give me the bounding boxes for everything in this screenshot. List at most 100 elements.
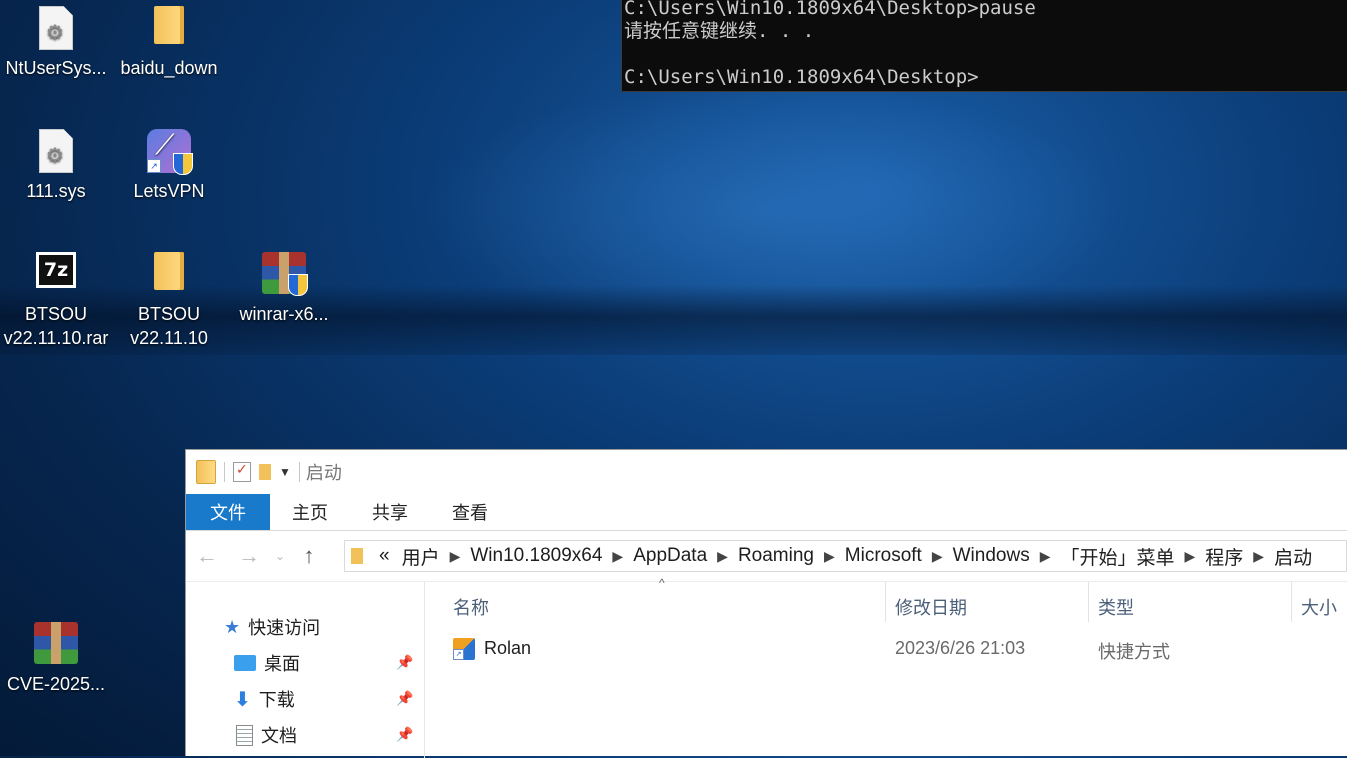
folder-icon (154, 252, 184, 290)
folder-icon (154, 6, 184, 44)
breadcrumb-item[interactable]: Microsoft (839, 545, 928, 567)
file-modified: 2023/6/26 21:03 (895, 638, 1026, 658)
new-folder-icon[interactable] (259, 464, 271, 480)
rolan-shortcut-icon: ↗ (453, 638, 475, 660)
breadcrumb-overflow[interactable]: « (373, 545, 396, 567)
column-divider[interactable] (885, 582, 886, 622)
nav-item-label: 文档 (261, 726, 297, 746)
console-window[interactable]: C:\Users\Win10.1809x64\Desktop>pause 请按任… (621, 0, 1347, 92)
breadcrumb-item[interactable]: 启动 (1268, 543, 1318, 570)
nav-item-documents[interactable]: 文档 (236, 722, 297, 748)
tab-view[interactable]: 查看 (430, 494, 510, 530)
column-divider[interactable] (1088, 582, 1089, 622)
console-line: C:\Users\Win10.1809x64\Desktop>pause (624, 0, 1036, 19)
desktop-icon-cve-2025[interactable]: CVE-2025... (0, 616, 112, 696)
desktop-icon-label: CVE-2025... (6, 674, 106, 694)
chevron-right-icon[interactable]: ▶ (1181, 548, 1200, 565)
breadcrumb-item[interactable]: Windows (947, 545, 1036, 567)
chevron-right-icon[interactable]: ▶ (608, 548, 627, 565)
sort-ascending-icon: ^ (659, 576, 665, 590)
chevron-right-icon[interactable]: ▶ (820, 548, 839, 565)
pin-icon[interactable]: 📌 (396, 726, 413, 743)
desktop-icon-ntusersys[interactable]: NtUserSys... (0, 0, 112, 80)
ribbon-tabs: 文件 主页 共享 查看 (186, 494, 1347, 531)
desktop-icon-winrar-installer[interactable]: winrar-x6... (228, 246, 340, 326)
forward-button[interactable]: → (228, 543, 270, 569)
title-bar[interactable]: ▼ 启动 (186, 450, 1347, 494)
breadcrumb-item[interactable]: AppData (627, 545, 713, 567)
desktop-icon-label-line2: v22.11.10.rar (3, 328, 109, 348)
sys-file-icon (39, 6, 73, 50)
7zip-archive-icon: 7z (36, 252, 76, 288)
folder-icon (196, 460, 216, 484)
customize-toolbar-dropdown-icon[interactable]: ▼ (279, 465, 291, 479)
desktop-icon-letsvpn[interactable]: ↗ LetsVPN (113, 123, 225, 203)
desktop-icon-label: winrar-x6... (239, 304, 329, 324)
breadcrumb-item[interactable]: Roaming (732, 545, 820, 567)
breadcrumb-item[interactable]: 程序 (1199, 543, 1249, 570)
desktop-icon-label: LetsVPN (133, 181, 205, 201)
nav-item-label: 快速访问 (248, 618, 321, 638)
star-icon: ★ (224, 616, 241, 637)
winrar-archive-icon (34, 622, 78, 664)
document-icon (236, 724, 253, 746)
desktop-icon-label-line1: BTSOU (24, 304, 87, 324)
breadcrumb[interactable]: « 用户 ▶ Win10.1809x64 ▶ AppData ▶ Roaming… (344, 540, 1347, 572)
up-button[interactable]: ↑ (290, 543, 328, 569)
sys-file-icon (39, 129, 73, 173)
properties-icon[interactable] (233, 461, 251, 482)
file-name: Rolan (484, 638, 532, 658)
desktop-icon-baidu-down[interactable]: baidu_down (113, 0, 225, 80)
chevron-right-icon[interactable]: ▶ (713, 548, 732, 565)
window-title: 启动 (305, 463, 342, 483)
breadcrumb-item[interactable]: 「开始」菜单 (1054, 543, 1180, 570)
uac-shield-icon (288, 274, 308, 296)
column-header-name[interactable]: 名称 (453, 594, 489, 620)
recent-locations-button[interactable]: ⌄ (270, 549, 290, 563)
toolbar-separator (298, 462, 300, 482)
folder-icon (351, 548, 363, 564)
explorer-window[interactable]: ▼ 启动 文件 主页 共享 查看 ← → ⌄ ↑ « 用户 ▶ Win10.18… (185, 449, 1347, 758)
column-divider[interactable] (1291, 582, 1292, 622)
desktop-icon-label-line2: v22.11.10 (130, 328, 208, 348)
navigation-pane[interactable]: ★ 快速访问 桌面 📌 ⬇ 下载 📌 文档 📌 (186, 582, 425, 758)
column-header-size[interactable]: 大小 (1301, 594, 1337, 620)
back-button[interactable]: ← (186, 543, 228, 569)
download-arrow-icon: ⬇ (234, 688, 251, 711)
nav-buttons: ← → ⌄ ↑ (186, 543, 344, 569)
chevron-right-icon[interactable]: ▶ (446, 548, 465, 565)
chevron-right-icon[interactable]: ▶ (928, 548, 947, 565)
desktop-icon-btsou-folder[interactable]: BTSOU v22.11.10 (113, 246, 225, 350)
tab-home[interactable]: 主页 (270, 494, 350, 530)
shortcut-arrow-icon: ↗ (453, 649, 464, 660)
file-list[interactable]: ^ 名称 修改日期 类型 大小 ↗ Rolan 2023/6/26 21:03 … (425, 576, 1347, 758)
nav-item-label: 下载 (258, 690, 295, 710)
file-type: 快捷方式 (1098, 642, 1170, 662)
desktop-icon-label: baidu_down (120, 58, 218, 78)
column-header-modified[interactable]: 修改日期 (895, 594, 967, 620)
winrar-installer-icon (262, 252, 308, 296)
desktop-icon-label-line1: BTSOU (137, 304, 200, 324)
chevron-right-icon[interactable]: ▶ (1036, 548, 1055, 565)
nav-quick-access[interactable]: ★ 快速访问 (224, 614, 320, 640)
desktop-icon (234, 655, 256, 671)
nav-item-desktop[interactable]: 桌面 (234, 650, 300, 676)
console-line: C:\Users\Win10.1809x64\Desktop> (624, 66, 979, 88)
tab-file[interactable]: 文件 (186, 494, 270, 530)
breadcrumb-item[interactable]: Win10.1809x64 (464, 545, 608, 567)
quick-access-toolbar: ▼ (196, 460, 300, 484)
nav-item-downloads[interactable]: ⬇ 下载 (234, 686, 295, 712)
console-line: 请按任意键继续. . . (624, 20, 815, 42)
breadcrumb-item[interactable]: 用户 (396, 543, 446, 570)
tab-share[interactable]: 共享 (350, 494, 430, 530)
desktop-icon-111-sys[interactable]: 111.sys (0, 123, 112, 203)
letsvpn-icon: ↗ (147, 129, 193, 175)
pin-icon[interactable]: 📌 (396, 690, 413, 707)
file-row[interactable]: ↗ Rolan 2023/6/26 21:03 快捷方式 (425, 632, 1347, 664)
desktop-icon-btsou-rar[interactable]: 7z BTSOU v22.11.10.rar (0, 246, 112, 350)
chevron-right-icon[interactable]: ▶ (1249, 548, 1268, 565)
column-header-type[interactable]: 类型 (1098, 594, 1134, 620)
desktop-icon-label: 111.sys (26, 181, 86, 201)
pin-icon[interactable]: 📌 (396, 654, 413, 671)
